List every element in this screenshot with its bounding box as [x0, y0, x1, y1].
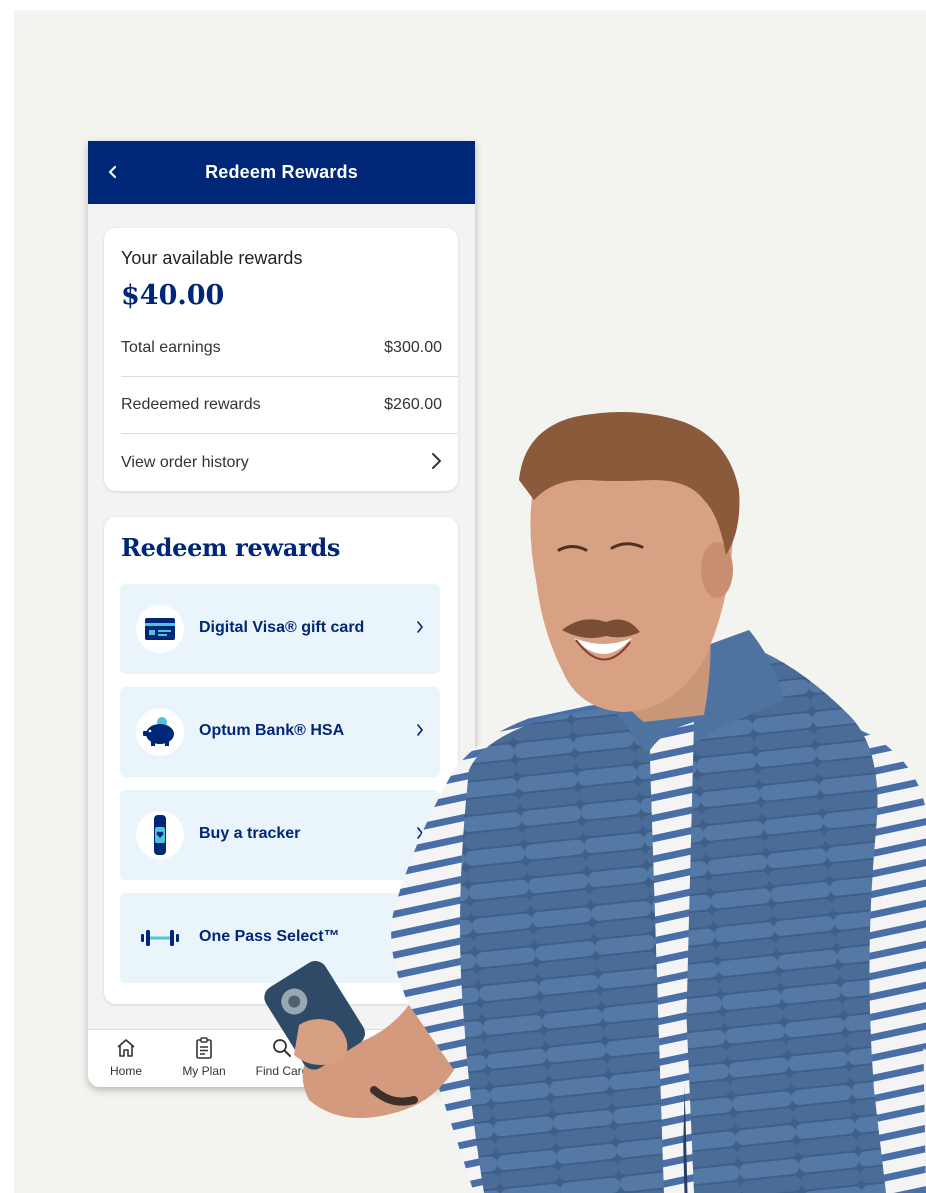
bottom-tab-bar: Home My Plan Find Care	[88, 1029, 475, 1087]
chevron-right-icon	[412, 926, 428, 946]
clipboard-icon	[169, 1036, 239, 1060]
phone-screen: Redeem Rewards Your available rewards $4…	[88, 141, 475, 1087]
chevron-right-icon	[412, 720, 428, 740]
tab-label: Home	[109, 1064, 142, 1078]
tab-label: My Plan	[182, 1064, 226, 1078]
redeemed-rewards-label: Redeemed rewards	[121, 396, 261, 413]
piggy-bank-icon	[136, 708, 184, 756]
redeemed-rewards-row: Redeemed rewards $260.00	[121, 385, 458, 425]
tab-find-care[interactable]: Find Care	[247, 1036, 317, 1084]
fitness-tracker-icon	[136, 811, 184, 859]
redeem-option-label: Buy a tracker	[199, 825, 301, 842]
redeem-option-visa-gift-card[interactable]: Digital Visa® gift card	[120, 584, 440, 674]
redeem-rewards-heading: Redeem rewards	[121, 533, 341, 562]
dumbbell-icon	[136, 914, 184, 962]
view-order-history-label: View order history	[121, 454, 249, 471]
tab-my-plan[interactable]: My Plan	[169, 1036, 239, 1084]
redeem-option-optum-bank-hsa[interactable]: Optum Bank® HSA	[120, 687, 440, 777]
total-earnings-value: $300.00	[384, 339, 442, 356]
tab-label: Find Care	[255, 1064, 309, 1078]
redeem-option-label: One Pass Select™	[199, 928, 340, 945]
chevron-right-icon	[430, 452, 458, 475]
available-rewards-label: Your available rewards	[121, 248, 303, 268]
redeemed-rewards-value: $260.00	[384, 396, 442, 413]
divider	[121, 433, 458, 434]
chevron-right-icon	[412, 617, 428, 637]
chevron-right-icon	[412, 823, 428, 843]
view-order-history-link[interactable]: View order history	[121, 443, 458, 483]
total-earnings-label: Total earnings	[121, 339, 221, 356]
redeem-option-buy-tracker[interactable]: Buy a tracker	[120, 790, 440, 880]
app-header: Redeem Rewards	[88, 141, 475, 204]
search-icon	[247, 1036, 317, 1060]
redeem-option-label: Optum Bank® HSA	[199, 722, 345, 739]
redeem-option-label: Digital Visa® gift card	[199, 619, 365, 636]
divider	[121, 376, 458, 377]
total-earnings-row: Total earnings $300.00	[121, 328, 458, 368]
credit-card-icon	[136, 605, 184, 653]
tab-home[interactable]: Home	[91, 1036, 161, 1084]
redeem-option-one-pass-select[interactable]: One Pass Select™	[120, 893, 440, 983]
hero-scene: Redeem Rewards Your available rewards $4…	[14, 10, 926, 1193]
available-rewards-amount: $40.00	[121, 280, 225, 311]
page-title: Redeem Rewards	[205, 162, 358, 182]
home-icon	[91, 1036, 161, 1060]
